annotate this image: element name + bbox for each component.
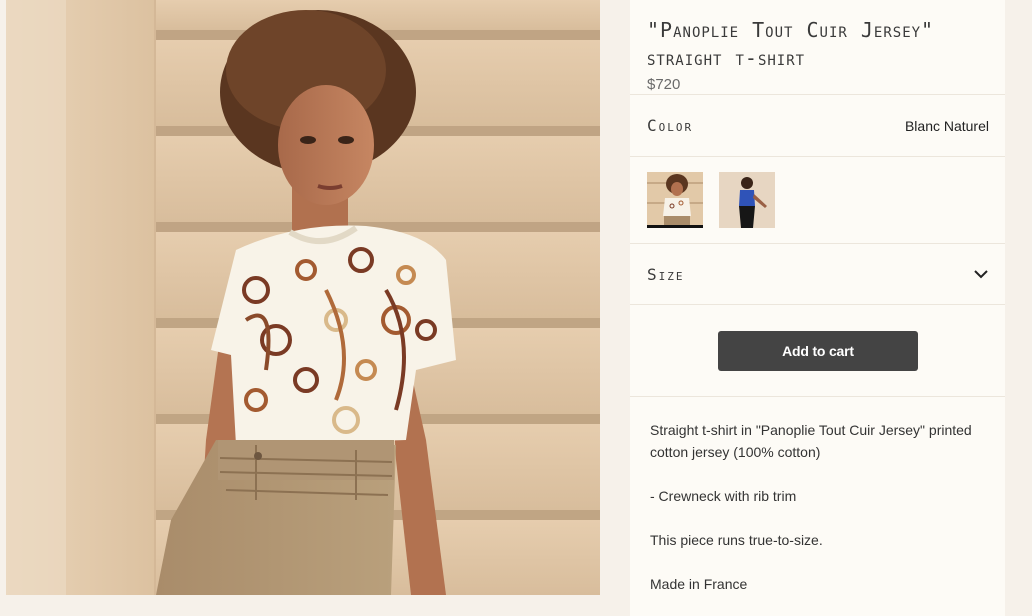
product-page: "Panoplie Tout Cuir Jersey" straight t-s… [0,0,1032,616]
color-label: Color [647,116,694,135]
size-label: Size [647,264,685,284]
color-row: Color Blanc Naturel [630,95,1005,157]
add-to-cart-button[interactable]: Add to cart [718,330,918,371]
product-title: "Panoplie Tout Cuir Jersey" straight t-s… [647,16,989,72]
swatch-blanc-naturel[interactable] [647,172,703,228]
product-description: Straight t-shirt in "Panoplie Tout Cuir … [630,397,1005,595]
description-paragraph: Straight t-shirt in "Panoplie Tout Cuir … [650,422,972,460]
description-paragraph: This piece runs true-to-size. [650,532,823,548]
product-price: $720 [647,76,681,93]
description-paragraph: - Crewneck with rib trim [650,488,797,504]
product-details-panel: "Panoplie Tout Cuir Jersey" straight t-s… [630,0,1005,616]
color-value: Blanc Naturel [904,117,989,134]
product-header: "Panoplie Tout Cuir Jersey" straight t-s… [630,0,1005,95]
cart-row: Add to cart [630,305,1005,397]
product-image[interactable] [6,0,600,595]
product-title-line1: "Panoplie Tout Cuir Jersey" [647,18,935,42]
product-title-line2: straight t-shirt [647,46,806,70]
swatch-blue-variant[interactable] [719,172,775,228]
description-paragraph: Made in France [650,576,748,592]
color-swatches [630,157,1005,244]
size-selector[interactable]: Size [630,244,1005,305]
chevron-down-icon [973,266,989,282]
